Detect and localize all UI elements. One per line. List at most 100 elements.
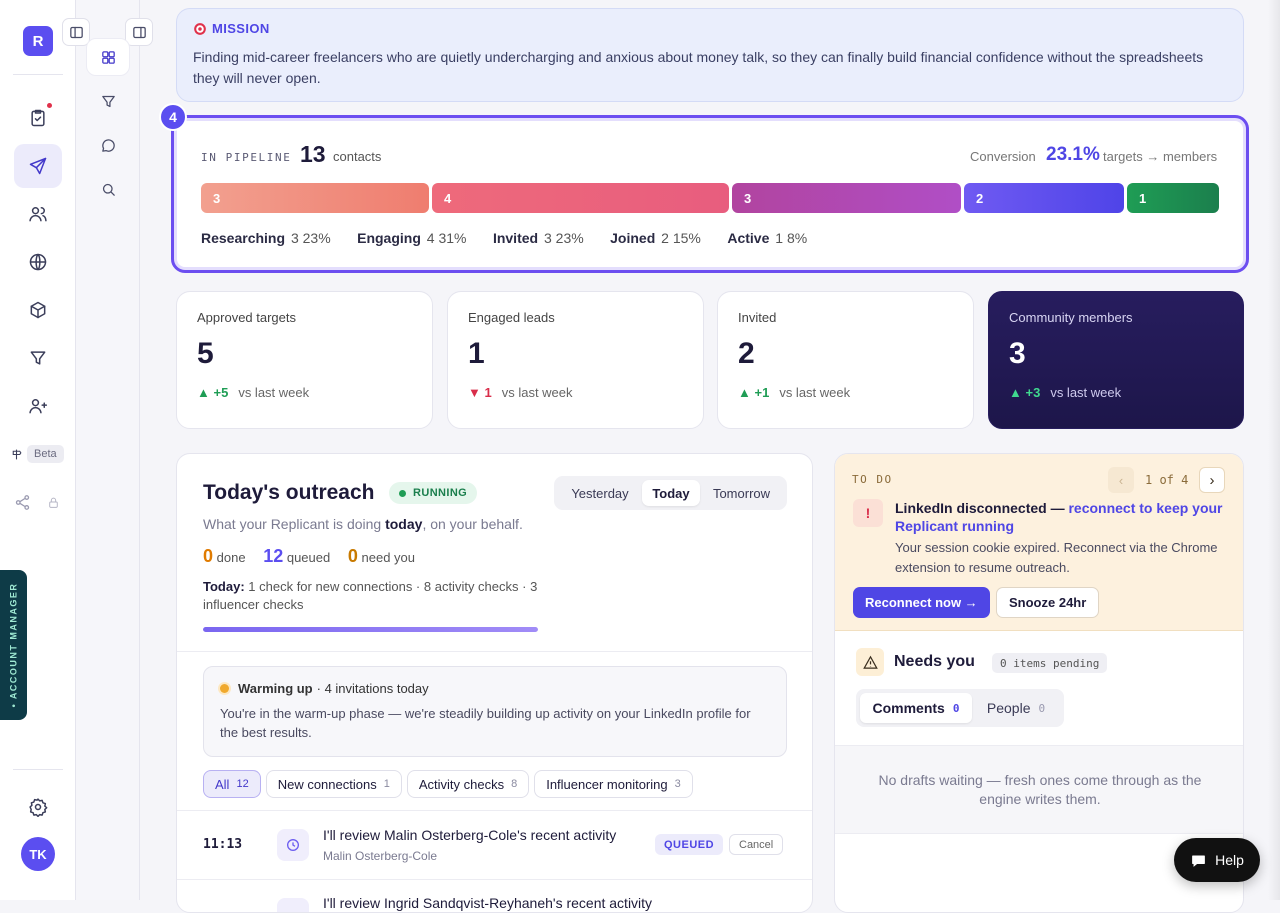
tab-tomorrow[interactable]: Tomorrow (700, 480, 783, 506)
box-icon[interactable] (14, 288, 62, 332)
tab-comments[interactable]: Comments 0 (860, 693, 972, 723)
stat-engaged-leads[interactable]: Engaged leads 1 ▼ 1 vs last week (447, 291, 704, 429)
stat-community-members[interactable]: Community members 3 ▲ +3 vs last week (988, 291, 1244, 429)
clock-icon (277, 898, 309, 912)
alert-icon: ! (853, 499, 883, 527)
pipeline-unit: contacts (333, 149, 382, 164)
todo-section: TO DO ‹ 1 of 4 › ! LinkedIn disconnected… (835, 454, 1243, 631)
todo-pager: 1 of 4 (1145, 473, 1189, 487)
alert-text: Your session cookie expired. Reconnect v… (895, 540, 1218, 575)
user-avatar[interactable]: TK (21, 837, 55, 871)
reconnect-button[interactable]: Reconnect now → (853, 587, 990, 618)
share-feature-item[interactable] (14, 492, 64, 512)
outreach-subtitle: What your Replicant is doing today, on y… (203, 516, 523, 532)
task-row[interactable]: I'll review Ingrid Sandqvist-Reyhaneh's … (177, 880, 812, 912)
stage-bar-count: 3 (213, 191, 221, 206)
task-time: 11:13 (203, 837, 243, 852)
queued-badge: QUEUED (655, 834, 724, 855)
settings-icon[interactable] (14, 785, 62, 829)
people-icon[interactable] (14, 192, 62, 236)
chat-bubble-icon (1192, 855, 1205, 867)
icon-rail: R Beta • ACCOUNT MANAGER TK (0, 0, 76, 900)
filter-activity-checks[interactable]: Activity checks 8 (406, 770, 530, 798)
stat-delta: ▲ +1 vs last week (738, 385, 851, 400)
share-icon (15, 494, 30, 510)
conversion-value: 23.1% (1046, 144, 1100, 165)
account-manager-tab[interactable]: • ACCOUNT MANAGER (0, 570, 27, 720)
warning-icon (856, 648, 884, 676)
running-dot (399, 489, 406, 497)
notification-dot (47, 103, 52, 108)
funnel-icon[interactable] (86, 82, 130, 120)
stage-bar-researching[interactable]: 3 (201, 183, 429, 213)
stage-bar-count: 3 (744, 191, 752, 206)
stage-bar-count: 1 (1139, 191, 1147, 206)
secondary-nav (62, 0, 153, 900)
outreach-progress-fill (203, 627, 538, 632)
legend-engaging: Engaging 4 31% (357, 230, 467, 246)
running-badge: RUNNING (389, 482, 478, 504)
stage-bar-active[interactable]: 1 (1127, 183, 1219, 213)
lock-icon (49, 497, 58, 508)
stat-value: 1 (468, 337, 485, 370)
conversion-note: targets → members (1103, 149, 1218, 164)
task-row[interactable]: 11:13 I'll review Malin Osterberg-Cole's… (177, 811, 812, 879)
globe-icon[interactable] (14, 240, 62, 284)
legend-joined: Joined 2 15% (610, 230, 701, 246)
tasks-icon[interactable] (14, 96, 62, 140)
empty-state: No drafts waiting — fresh ones come thro… (835, 746, 1243, 834)
outreach-summary: Today: 1 check for new connections · 8 a… (203, 579, 538, 612)
mission-banner: MISSION Finding mid-career freelancers w… (176, 8, 1244, 102)
warmup-notice: Warming up · 4 invitations today You're i… (203, 666, 787, 757)
stage-legend: Researching 3 23% Engaging 4 31% Invited… (201, 230, 829, 248)
filter-all[interactable]: All 12 (203, 770, 261, 798)
stat-delta: ▲ +5 vs last week (197, 385, 310, 400)
filter-icon[interactable] (14, 336, 62, 380)
search-icon[interactable] (86, 170, 130, 208)
warmup-header: Warming up · 4 invitations today (220, 681, 770, 696)
chat-icon[interactable] (86, 126, 130, 164)
workspace-avatar-letter: R (32, 32, 44, 50)
legend-active: Active 1 8% (727, 230, 808, 246)
pending-badge: 0 items pending (992, 653, 1108, 673)
expand-panel-icon[interactable] (125, 18, 153, 46)
beta-feature-item[interactable]: Beta (10, 444, 70, 464)
tab-yesterday[interactable]: Yesterday (558, 480, 642, 506)
stage-bar-invited[interactable]: 3 (732, 183, 961, 213)
stat-delta: ▲ +3 vs last week (1009, 385, 1122, 400)
chevron-right-icon: › (1209, 471, 1215, 489)
stage-bar-engaging[interactable]: 4 (432, 183, 729, 213)
workspace-avatar[interactable]: R (23, 26, 53, 56)
empty-state-text: No drafts waiting — fresh ones come thro… (878, 771, 1202, 807)
stat-approved-targets[interactable]: Approved targets 5 ▲ +5 vs last week (176, 291, 433, 429)
user-initials: TK (29, 846, 47, 862)
needs-you-title: Needs you (894, 653, 975, 670)
cancel-button[interactable]: Cancel (729, 834, 784, 855)
team-icon[interactable] (14, 384, 62, 428)
filter-new-connections[interactable]: New connections 1 (265, 770, 402, 798)
filter-chips: All 12 New connections 1 Activity checks 8 … (203, 770, 698, 798)
pipeline-count: 13 (300, 141, 326, 167)
stage-bar-joined[interactable]: 2 (964, 183, 1124, 213)
help-button[interactable]: Help (1174, 838, 1260, 882)
stat-invited[interactable]: Invited 2 ▲ +1 vs last week (717, 291, 974, 429)
todo-label: TO DO (852, 473, 893, 486)
stat-label: Community members (1009, 310, 1133, 325)
snooze-button[interactable]: Snooze 24hr (996, 587, 1100, 618)
tab-people[interactable]: People 0 (972, 693, 1060, 723)
next-button[interactable]: › (1199, 467, 1225, 493)
send-icon[interactable] (14, 144, 62, 188)
account-manager-label: • ACCOUNT MANAGER (8, 582, 19, 708)
conversion-label: Conversion (970, 149, 1036, 164)
stat-value: 5 (197, 337, 214, 370)
collapse-sidebar-icon[interactable] (62, 18, 90, 46)
mission-title-text: MISSION (212, 21, 270, 36)
stat-label: Approved targets (197, 310, 297, 325)
clock-icon (277, 829, 309, 861)
dashboard-icon[interactable] (86, 38, 130, 76)
legend-invited: Invited 3 23% (492, 230, 584, 246)
filter-influencer-monitoring[interactable]: Influencer monitoring 3 (534, 770, 693, 798)
warmup-text: You're in the warm-up phase — we're stea… (220, 706, 751, 740)
prev-button[interactable]: ‹ (1108, 467, 1134, 493)
tab-today[interactable]: Today (642, 480, 700, 506)
